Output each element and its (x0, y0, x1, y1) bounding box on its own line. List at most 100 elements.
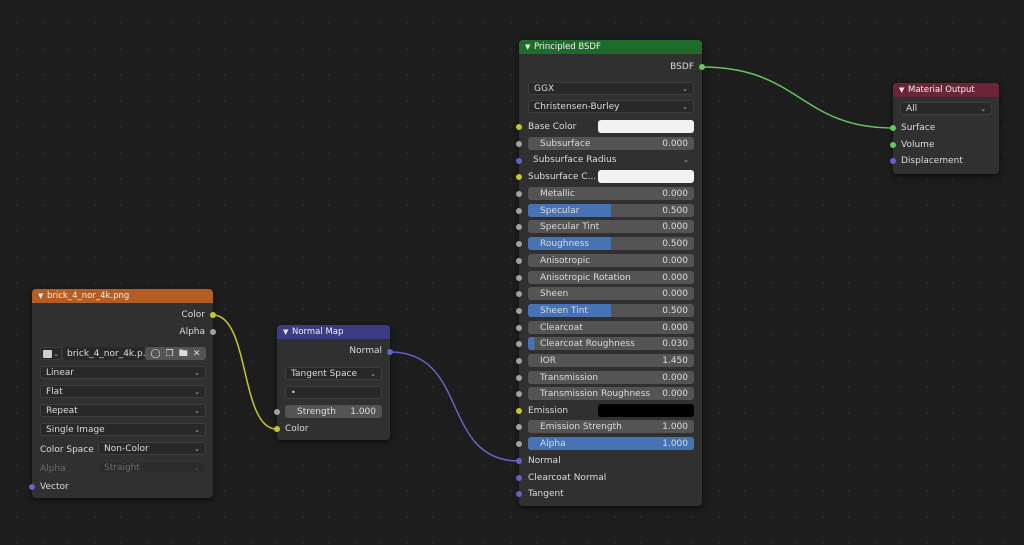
input-param-socket[interactable] (516, 308, 522, 314)
alpha-mode-label: Alpha (40, 464, 66, 474)
input-param-socket[interactable] (516, 375, 522, 381)
extension-dropdown[interactable]: Repeat ⌄ (40, 404, 206, 417)
tangent-label: Tangent (528, 489, 564, 499)
input-tangent-socket[interactable] (516, 491, 522, 497)
output-alpha-socket[interactable] (210, 329, 216, 335)
param-field-specular[interactable]: Specular 0.500 (528, 204, 694, 217)
color-space-dropdown[interactable]: Non-Color ⌄ (98, 442, 206, 455)
normal-map-node[interactable]: ▼ Normal Map Normal Tangent Space ⌄ • Str… (274, 325, 393, 440)
input-param-socket[interactable] (516, 358, 522, 364)
emission-strength-field[interactable]: Emission Strength 1.000 (528, 420, 694, 433)
param-field-sheen-tint[interactable]: Sheen Tint 0.500 (528, 304, 694, 317)
input-param-socket[interactable] (516, 241, 522, 247)
output-color-socket[interactable] (210, 312, 216, 318)
node-header[interactable]: ▼ Normal Map (277, 325, 390, 339)
input-surface-socket[interactable] (890, 125, 896, 131)
uv-map-field[interactable]: • (285, 386, 382, 399)
param-field-ior[interactable]: IOR 1.450 (528, 354, 694, 367)
input-clearcoat-normal-socket[interactable] (516, 475, 522, 481)
fake-user-shield-icon[interactable]: ◯ (151, 349, 161, 359)
image-name-field[interactable]: brick_4_nor_4k.p... (63, 347, 145, 360)
subsurface-field[interactable]: Subsurface 0.000 (528, 137, 694, 150)
open-folder-icon[interactable]: 🖿 (179, 347, 188, 360)
subsurface-radius-dropdown[interactable]: Subsurface Radius ⌄ (528, 153, 694, 166)
param-field-anisotropic[interactable]: Anisotropic 0.000 (528, 254, 694, 267)
link-color-to-normalmap[interactable] (212, 314, 278, 430)
param-field-anisotropic-rotation[interactable]: Anisotropic Rotation 0.000 (528, 271, 694, 284)
input-subsurface-radius-socket[interactable] (516, 158, 522, 164)
input-volume-socket[interactable] (890, 142, 896, 148)
collapse-chevron-icon[interactable]: ▼ (38, 292, 47, 300)
param-field-roughness[interactable]: Roughness 0.500 (528, 237, 694, 250)
image-browse-button[interactable]: ⌄ (40, 347, 62, 360)
principled-bsdf-node[interactable]: ▼ Principled BSDF BSDF GGX ⌄ Christensen-… (516, 40, 705, 506)
link-normalmap-to-bsdf-normal[interactable] (389, 351, 520, 462)
subsurface-color-swatch[interactable] (598, 170, 694, 183)
distribution-dropdown[interactable]: GGX ⌄ (528, 82, 694, 95)
input-normal-socket[interactable] (516, 458, 522, 464)
collapse-chevron-icon[interactable]: ▼ (283, 328, 292, 336)
input-alpha-socket[interactable] (516, 441, 522, 447)
input-param-socket[interactable] (516, 341, 522, 347)
node-header[interactable]: ▼ Material Output (893, 83, 999, 97)
strength-field[interactable]: Strength 1.000 (285, 405, 382, 418)
input-displacement-socket[interactable] (890, 158, 896, 164)
base-color-swatch[interactable] (598, 120, 694, 133)
output-alpha: Alpha (179, 327, 205, 337)
input-emission-socket[interactable] (516, 408, 522, 414)
projection-dropdown[interactable]: Flat ⌄ (40, 385, 206, 398)
param-field-clearcoat-roughness[interactable]: Clearcoat Roughness 0.030 (528, 337, 694, 350)
input-color-socket[interactable] (274, 426, 280, 432)
input-param-socket[interactable] (516, 291, 522, 297)
input-vector-socket[interactable] (29, 484, 35, 490)
input-base-color-socket[interactable] (516, 124, 522, 130)
input-param-socket[interactable] (516, 208, 522, 214)
alpha-mode-dropdown: Straight ⌄ (98, 461, 206, 474)
link-bsdf-to-surface[interactable] (701, 66, 894, 129)
param-field-transmission-roughness[interactable]: Transmission Roughness 0.000 (528, 387, 694, 400)
image-texture-node[interactable]: ▼ brick_4_nor_4k.png Color Alpha ⌄ brick… (29, 289, 216, 498)
chevron-down-icon: ⌄ (194, 463, 200, 472)
node-header[interactable]: ▼ brick_4_nor_4k.png (32, 289, 213, 303)
subsurface-method-dropdown[interactable]: Christensen-Burley ⌄ (528, 100, 694, 113)
chevron-down-icon: ⌄ (53, 349, 59, 358)
input-param-socket[interactable] (516, 391, 522, 397)
input-volume-label: Volume (901, 140, 935, 150)
close-icon[interactable]: ✕ (193, 349, 201, 359)
space-dropdown[interactable]: Tangent Space ⌄ (285, 367, 382, 380)
output-normal-socket[interactable] (387, 349, 393, 355)
collapse-chevron-icon[interactable]: ▼ (899, 86, 908, 94)
param-field-clearcoat[interactable]: Clearcoat 0.000 (528, 321, 694, 334)
alpha-field[interactable]: Alpha 1.000 (528, 437, 694, 450)
node-title: Normal Map (292, 327, 344, 337)
input-emission-strength-socket[interactable] (516, 424, 522, 430)
param-field-specular-tint[interactable]: Specular Tint 0.000 (528, 220, 694, 233)
input-param-socket[interactable] (516, 275, 522, 281)
source-dropdown[interactable]: Single Image ⌄ (40, 423, 206, 436)
param-field-sheen[interactable]: Sheen 0.000 (528, 287, 694, 300)
input-param-socket[interactable] (516, 191, 522, 197)
input-subsurface-socket[interactable] (516, 141, 522, 147)
duplicate-icon[interactable]: ❐ (166, 349, 174, 359)
param-field-transmission[interactable]: Transmission 0.000 (528, 371, 694, 384)
material-output-node[interactable]: ▼ Material Output All ⌄ Surface Volume Di… (890, 83, 999, 174)
node-header[interactable]: ▼ Principled BSDF (519, 40, 702, 54)
input-param-socket[interactable] (516, 258, 522, 264)
emission-color-swatch[interactable] (598, 404, 694, 417)
collapse-chevron-icon[interactable]: ▼ (525, 43, 534, 51)
output-normal: Normal (349, 346, 382, 356)
clearcoat-normal-label: Clearcoat Normal (528, 473, 607, 483)
node-title: Material Output (908, 85, 975, 95)
output-bsdf-socket[interactable] (699, 64, 705, 70)
input-strength-socket[interactable] (274, 409, 280, 415)
input-param-socket[interactable] (516, 224, 522, 230)
param-field-metallic[interactable]: Metallic 0.000 (528, 187, 694, 200)
target-dropdown[interactable]: All ⌄ (900, 102, 992, 115)
interpolation-dropdown[interactable]: Linear ⌄ (40, 366, 206, 379)
input-subsurface-color-socket[interactable] (516, 174, 522, 180)
color-space-label: Color Space (40, 445, 94, 455)
input-param-socket[interactable] (516, 325, 522, 331)
chevron-down-icon: ⌄ (194, 387, 200, 396)
input-surface-label: Surface (901, 123, 936, 133)
chevron-down-icon: ⌄ (194, 406, 200, 415)
